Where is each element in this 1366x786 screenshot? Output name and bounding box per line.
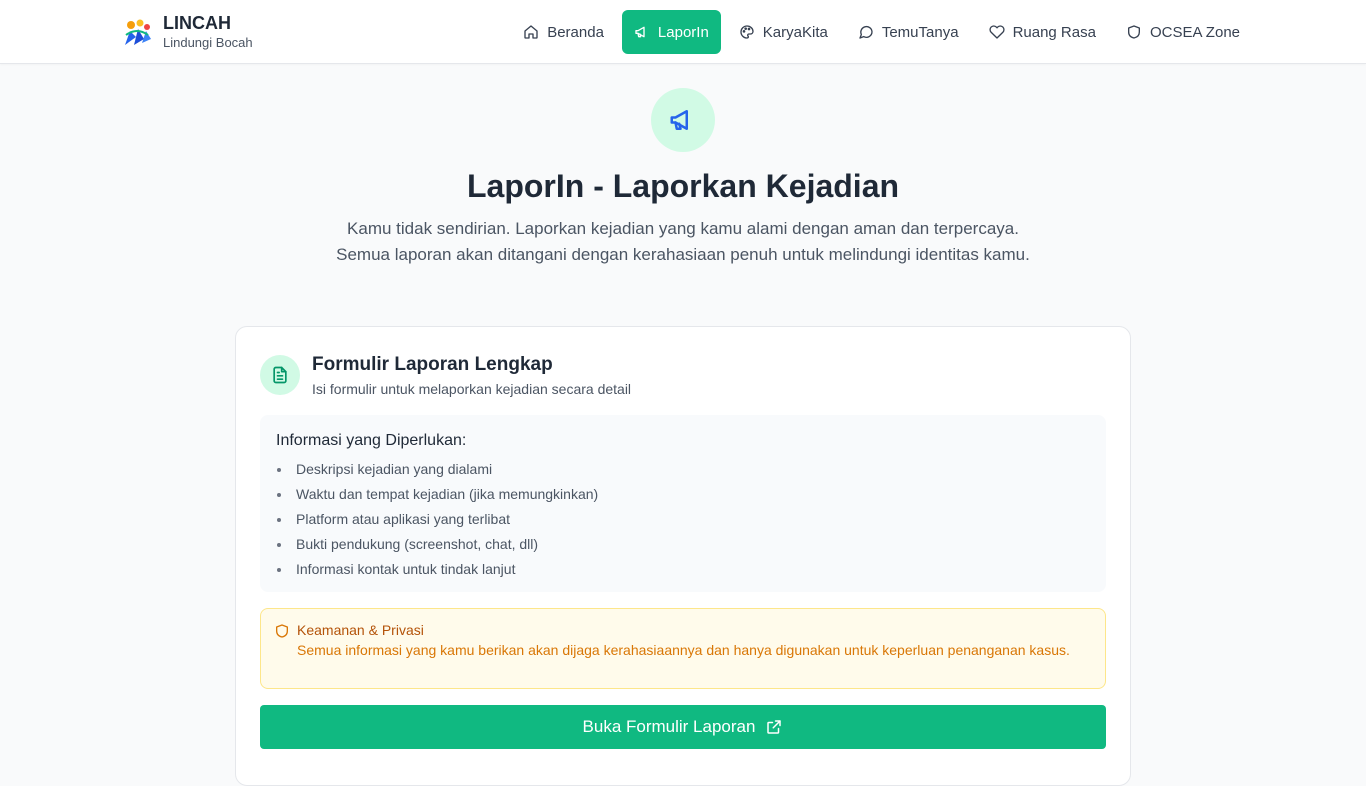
hero-badge [651, 88, 715, 152]
privacy-notice: Keamanan & Privasi Semua informasi yang … [260, 608, 1106, 689]
heart-icon [988, 25, 1005, 39]
brand-name: LINCAH [163, 13, 231, 33]
list-item: Platform atau aplikasi yang terlibat [276, 507, 1090, 532]
nav-item-laporin[interactable]: LaporIn [621, 10, 721, 54]
megaphone-icon [635, 26, 645, 38]
privacy-notice-text: Semua informasi yang kamu berikan akan d… [297, 642, 1070, 658]
nav-label: TemuTanya [881, 23, 959, 41]
card-title: Formulir Laporan Lengkap [312, 354, 553, 375]
required-info-box: Informasi yang Diperlukan: Deskripsi kej… [260, 415, 1106, 592]
external-link-icon [767, 720, 782, 734]
open-report-form-button[interactable]: Buka Formulir Laporan [260, 705, 1106, 749]
list-item: Bukti pendukung (screenshot, chat, dll) [276, 532, 1090, 557]
main-nav: Beranda LaporIn KaryaKita TemuTanya Ruan… [511, 10, 1252, 54]
report-form-card: Formulir Laporan Lengkap Isi formulir un… [235, 326, 1131, 786]
shield-icon [1127, 25, 1140, 39]
home-icon [524, 25, 538, 39]
nav-label: Ruang Rasa [1012, 23, 1096, 41]
list-item: Waktu dan tempat kejadian (jika memungki… [276, 482, 1090, 507]
open-report-form-label: Buka Formulir Laporan [582, 717, 756, 736]
nav-label: Beranda [547, 23, 604, 41]
brand-tagline: Lindungi Bocah [163, 35, 253, 50]
card-subtitle: Isi formulir untuk melaporkan kejadian s… [312, 381, 632, 397]
nav-label: OCSEA Zone [1149, 23, 1240, 41]
list-item: Deskripsi kejadian yang dialami [276, 457, 1090, 482]
shield-icon [276, 624, 288, 638]
nav-item-beranda[interactable]: Beranda [511, 10, 616, 54]
chat-bubble-icon [859, 25, 873, 39]
page-subtitle: Kamu tidak sendirian. Laporkan kejadian … [336, 219, 1030, 264]
top-navbar: LINCAH Lindungi Bocah Beranda LaporIn Ka… [0, 0, 1366, 64]
nav-item-ocsea-zone[interactable]: OCSEA Zone [1114, 10, 1252, 54]
privacy-notice-title: Keamanan & Privasi [297, 622, 424, 638]
nav-item-karyakita[interactable]: KaryaKita [727, 10, 840, 54]
page-title: LaporIn - Laporkan Kejadian [466, 168, 900, 204]
logo-icon [122, 17, 152, 47]
palette-icon [740, 25, 754, 39]
card-badge [260, 355, 300, 395]
nav-item-temutanya[interactable]: TemuTanya [846, 10, 971, 54]
document-icon [273, 366, 287, 384]
list-item: Informasi kontak untuk tindak lanjut [276, 557, 1090, 582]
megaphone-icon [670, 110, 688, 130]
nav-item-ruang-rasa[interactable]: Ruang Rasa [977, 10, 1108, 54]
required-info-title: Informasi yang Diperlukan: [276, 432, 467, 449]
required-info-list: Deskripsi kejadian yang dialami Waktu da… [276, 457, 1090, 582]
nav-label: LaporIn [657, 23, 709, 41]
brand[interactable]: LINCAH Lindungi Bocah [120, 12, 253, 52]
nav-label: KaryaKita [762, 23, 828, 41]
